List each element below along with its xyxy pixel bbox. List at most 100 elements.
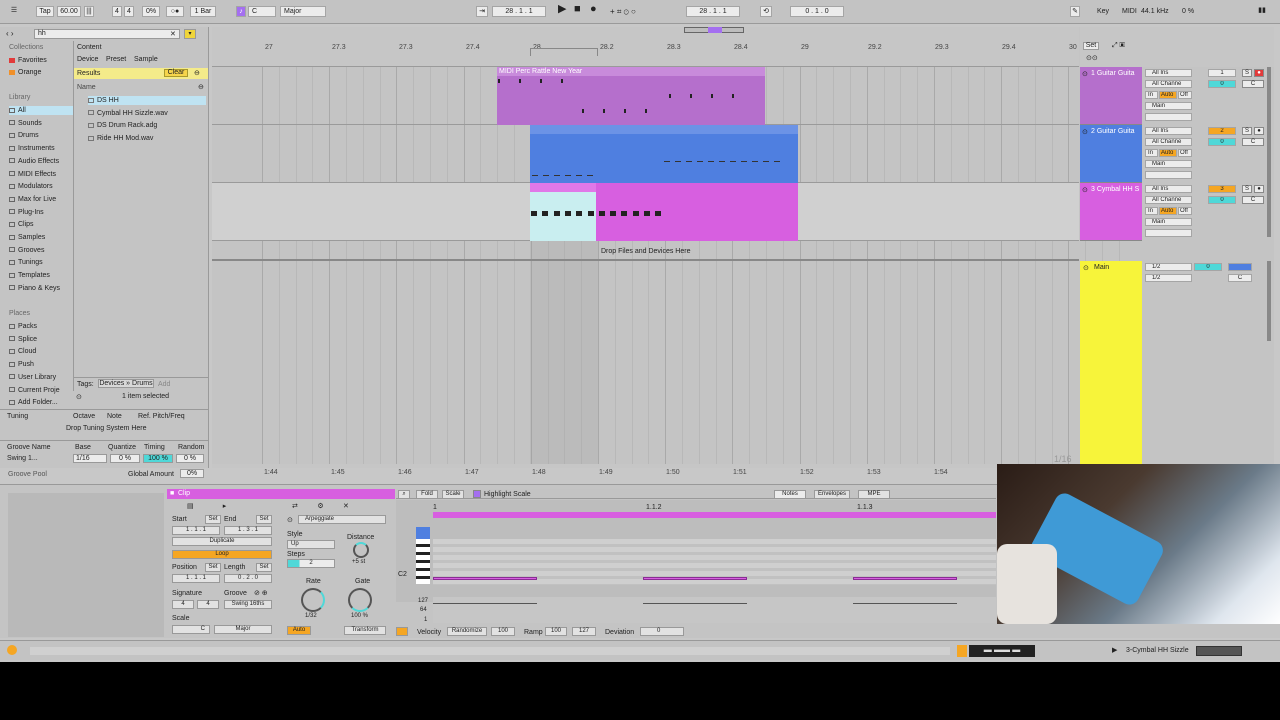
collection-favorites[interactable]: Favorites (9, 56, 47, 65)
track-scrollbar[interactable] (1267, 67, 1271, 237)
output-select[interactable]: Main (1145, 102, 1192, 110)
piano-keyboard[interactable] (416, 539, 430, 584)
library-item[interactable]: Samples (9, 233, 45, 242)
midi-note[interactable] (542, 211, 549, 216)
highlight-checkbox[interactable] (473, 490, 481, 498)
arp-select[interactable]: Arpeggiate (298, 515, 386, 524)
mode-indicator-icon[interactable] (957, 645, 967, 657)
nav-back-icon[interactable]: ‹ › (6, 29, 14, 38)
track-pan[interactable]: C (1242, 80, 1264, 88)
fold-icon[interactable]: ⊙ (1082, 128, 1088, 136)
solo-button[interactable]: S (1242, 185, 1252, 193)
places-item[interactable]: Packs (9, 322, 37, 331)
track-pan[interactable]: C (1242, 138, 1264, 146)
result-item[interactable]: Cymbal HH Sizzle.wav (88, 109, 168, 118)
output-channel-select[interactable] (1145, 113, 1192, 121)
library-item[interactable]: Templates (9, 271, 50, 280)
midi-note[interactable] (598, 211, 605, 216)
scale-mode-select[interactable]: Major (214, 625, 272, 634)
velocity-lane[interactable] (433, 597, 996, 623)
midi-note[interactable] (433, 577, 537, 580)
solo-button[interactable]: S (1242, 127, 1252, 135)
clear-search-icon[interactable]: ✕ (170, 30, 176, 38)
randomize-button[interactable]: Randomize (447, 627, 487, 636)
velocity-toggle-icon[interactable] (396, 627, 408, 636)
midi-note[interactable] (531, 211, 537, 216)
tuning-drop-zone[interactable]: Drop Tuning System Here (66, 425, 147, 432)
follow-icon[interactable]: ⇥ (476, 6, 488, 17)
duplicate-button[interactable]: Duplicate (172, 537, 272, 546)
filter-preset[interactable]: Preset (106, 56, 126, 63)
midi-note[interactable] (644, 211, 650, 216)
groove-icons[interactable]: ⊘ ⊕ (254, 589, 268, 597)
arm-button-icon[interactable]: ● (1254, 127, 1264, 135)
record-icon[interactable]: ● (590, 4, 597, 15)
end-set-button[interactable]: Set (256, 515, 272, 524)
swing-field[interactable]: 0% (142, 6, 160, 17)
places-item[interactable]: User Library (9, 373, 56, 382)
track-volume[interactable]: 0 (1208, 196, 1236, 204)
monitor-auto-button[interactable]: Auto (1159, 207, 1177, 215)
loop-brace[interactable] (530, 48, 598, 56)
tab-mpe[interactable]: MPE (858, 490, 890, 499)
input-channel-select[interactable]: All Channe (1145, 138, 1192, 146)
monitor-auto-button[interactable]: Auto (1159, 91, 1177, 99)
content-tab[interactable]: Content (77, 44, 102, 51)
time-ruler-bottom[interactable] (212, 464, 1079, 468)
fold-button[interactable]: Fold (416, 490, 438, 499)
expand-icon[interactable]: ⤢ ▣ (1112, 42, 1125, 50)
midi-note[interactable] (690, 94, 692, 98)
groove-quantize[interactable]: 0 % (110, 454, 140, 463)
library-item[interactable]: Tunings (9, 258, 43, 267)
meter-numerator[interactable]: 4 (112, 6, 122, 17)
track-header[interactable]: ⊙ 2 Guitar Guita (1080, 125, 1142, 183)
arm-button-icon[interactable]: ● (1254, 69, 1264, 77)
output-select[interactable]: Main (1145, 218, 1192, 226)
midi-note[interactable] (519, 79, 521, 83)
overdub-icon[interactable]: + ⌗ ⊙ ○ (610, 7, 636, 16)
groove-base[interactable]: 1/16 (73, 454, 107, 463)
midi-note[interactable] (553, 211, 560, 216)
velocity-bar[interactable] (433, 603, 537, 604)
scale-button[interactable]: Scale (442, 490, 464, 499)
main-scrollbar[interactable] (1267, 261, 1271, 341)
search-icon[interactable]: ⌕ (398, 490, 410, 499)
output-channel-select[interactable] (1145, 229, 1192, 237)
library-item[interactable]: Max for Live (9, 195, 56, 204)
main-input-b[interactable]: 1/2 (1145, 274, 1192, 282)
main-fold-icon[interactable]: ⊙ (1083, 264, 1089, 272)
signature-den[interactable]: 4 (197, 600, 219, 609)
library-item[interactable]: Grooves (9, 246, 44, 255)
global-amount[interactable]: 0% (180, 469, 204, 478)
midi-note[interactable] (645, 109, 647, 113)
monitor-off-button[interactable]: Off (1178, 91, 1192, 99)
track-header[interactable]: ⊙ 3 Cymbal HH S (1080, 183, 1142, 241)
groove-select[interactable]: Swing 16ths (224, 600, 272, 609)
ramp-end[interactable]: 127 (572, 627, 596, 636)
fold-icon[interactable]: ⊙ (1082, 70, 1088, 78)
loop-length-field[interactable]: 0 . 1 . 0 (790, 6, 844, 17)
filter-icon[interactable]: ▾ (184, 29, 196, 39)
midi-note[interactable] (669, 94, 671, 98)
midi-note[interactable] (564, 211, 571, 216)
midi-note[interactable] (853, 577, 957, 580)
midi-note[interactable] (643, 577, 747, 580)
groove-timing[interactable]: 100 % (143, 454, 173, 463)
key-map-label[interactable]: Key (1097, 7, 1109, 16)
arp-tab-icons[interactable]: ⇄ ⚙ ✕ (292, 502, 349, 510)
fold-icon[interactable]: ⊙ (1082, 186, 1088, 194)
length-value[interactable]: 0 . 2 . 0 (224, 574, 272, 583)
main-volume[interactable]: 0 (1194, 263, 1222, 271)
monitor-auto-button[interactable]: Auto (1159, 149, 1177, 157)
track-activator[interactable]: 1 (1208, 69, 1236, 77)
ramp-start[interactable]: 100 (545, 627, 567, 636)
monitor-in-button[interactable]: In (1145, 149, 1158, 157)
scale-select[interactable]: Major (280, 6, 326, 17)
library-item[interactable]: Sounds (9, 119, 42, 128)
metronome-icon[interactable]: ||| (84, 6, 94, 17)
tags-value[interactable]: Devices » Drums (98, 379, 154, 388)
midi-note[interactable] (621, 211, 628, 216)
output-channel-select[interactable] (1145, 171, 1192, 179)
main-track-header[interactable]: ⊙ Main (1080, 261, 1142, 468)
clip-tab-icons[interactable]: ▤ ▸ (187, 502, 226, 510)
